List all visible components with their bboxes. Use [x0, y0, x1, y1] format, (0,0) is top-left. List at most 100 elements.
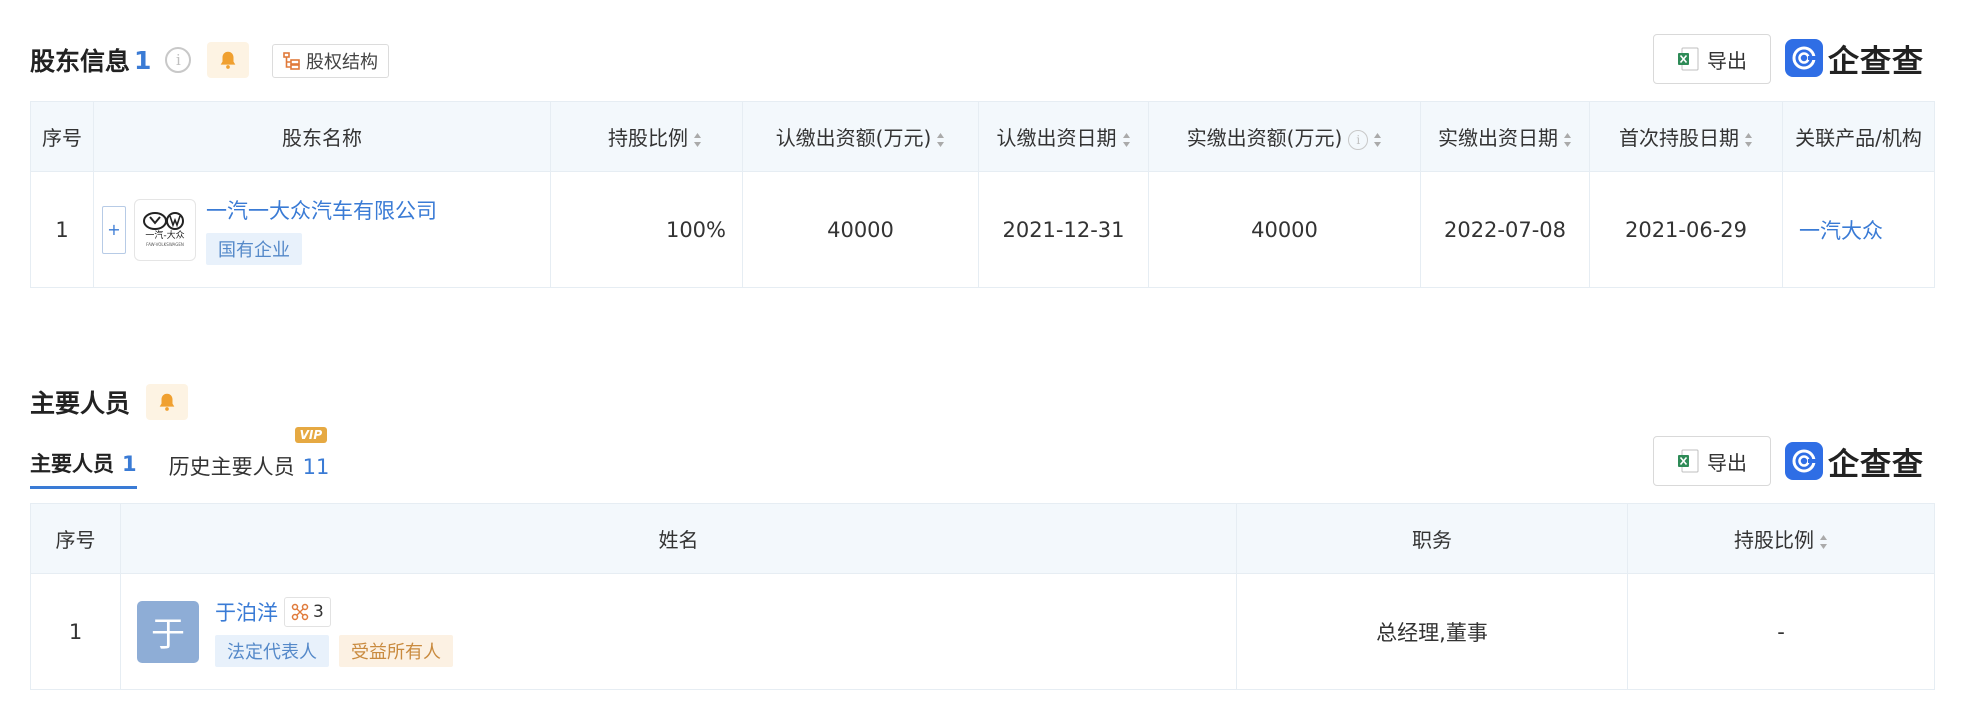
relation-count: 3	[313, 601, 324, 622]
sort-icon[interactable]	[1819, 534, 1828, 550]
shareholder-cell: + 一汽-大众 FAW-VOLKSWAGEN 一汽一大众汽车有限公司 国有企业	[93, 171, 551, 288]
col-position-label: 职务	[1412, 528, 1452, 552]
col-subscribed-date[interactable]: 认缴出资日期	[978, 101, 1149, 172]
table-header-row: 序号 姓名 职务 持股比例	[30, 503, 1935, 574]
avatar: 于	[137, 600, 199, 663]
subscribed-date-cell: 2021-12-31	[978, 171, 1149, 288]
col-name-label: 姓名	[658, 528, 699, 552]
shareholders-title: 股东信息 1 i	[30, 42, 250, 78]
personnel-title: 主要人员	[30, 384, 189, 420]
info-icon[interactable]: i	[1348, 129, 1369, 150]
tree-structure-icon	[283, 52, 300, 70]
tab-main-personnel-label: 主要人员	[30, 452, 114, 476]
col-index-label: 序号	[55, 528, 96, 552]
col-shareholder-name: 股东名称	[93, 101, 551, 172]
tab-history-personnel[interactable]: 历史主要人员 11 VIP	[168, 427, 330, 489]
vip-badge: VIP	[294, 427, 328, 443]
enterprise-type-tag: 国有企业	[206, 232, 302, 265]
brand-icon	[1785, 39, 1823, 77]
export-button[interactable]: 导出	[1653, 436, 1771, 486]
table-row: 1 + 一汽-大众 FAW-VOLKSWAGEN 一汽一大众汽车有限公司 国有企…	[30, 171, 1935, 288]
shareholders-title-text: 股东信息	[30, 47, 131, 76]
brand-text: 企查查	[1828, 43, 1924, 80]
bell-icon	[221, 51, 236, 69]
table-row: 1 于 于泊洋 3 法定代表人 受益所有人 总经理,董事 -	[30, 573, 1935, 690]
bell-button[interactable]	[146, 384, 189, 420]
sort-icon[interactable]	[1744, 132, 1753, 148]
personnel-tabs: 主要人员 1 历史主要人员 11 VIP	[30, 427, 361, 489]
col-paid-date-label: 实缴出资日期	[1438, 126, 1558, 150]
table-header-row: 序号 股东名称 持股比例 认缴出资额(万元) 认缴出资日期 实缴出资额(万元) i…	[30, 101, 1935, 172]
col-first-hold-date[interactable]: 首次持股日期	[1589, 101, 1783, 172]
bell-icon	[159, 393, 175, 411]
paid-amount-cell: 40000	[1148, 171, 1421, 288]
expand-button[interactable]: +	[102, 205, 126, 254]
shareholder-name-link[interactable]: 一汽一大众汽车有限公司	[206, 195, 437, 225]
col-subscribed-date-label: 认缴出资日期	[996, 126, 1117, 150]
sort-icon[interactable]	[1563, 132, 1572, 148]
col-ratio[interactable]: 持股比例	[1627, 503, 1935, 574]
company-logo-subtext: FAW-VOLKSWAGEN	[146, 242, 184, 247]
paid-date-cell: 2022-07-08	[1420, 171, 1590, 288]
excel-icon	[1678, 47, 1699, 71]
related-link[interactable]: 一汽大众	[1799, 219, 1883, 243]
position-cell: 总经理,董事	[1236, 573, 1628, 690]
equity-structure-label: 股权结构	[306, 52, 378, 73]
personnel-title-text: 主要人员	[30, 389, 131, 418]
personnel-table: 序号 姓名 职务 持股比例 1 于 于泊洋 3 法定代表人 受益所有人 总经理,…	[30, 503, 1935, 690]
col-first-hold-date-label: 首次持股日期	[1619, 126, 1739, 150]
col-index: 序号	[30, 503, 121, 574]
col-related-label: 关联产品/机构	[1795, 126, 1922, 150]
subscribed-amount-cell: 40000	[742, 171, 979, 288]
col-shareholder-name-label: 股东名称	[282, 126, 362, 150]
company-logo: 一汽-大众 FAW-VOLKSWAGEN	[134, 198, 196, 261]
shareholders-count: 1	[134, 45, 152, 75]
first-hold-date-cell: 2021-06-29	[1589, 171, 1783, 288]
person-name-link[interactable]: 于泊洋	[215, 597, 278, 627]
col-paid-amount-label: 实缴出资额(万元)	[1186, 126, 1343, 150]
tab-main-personnel-count: 1	[122, 452, 137, 476]
export-button[interactable]: 导出	[1653, 34, 1771, 84]
shareholders-table: 序号 股东名称 持股比例 认缴出资额(万元) 认缴出资日期 实缴出资额(万元) i…	[30, 101, 1935, 288]
ratio-cell: 100%	[550, 171, 743, 288]
col-paid-amount[interactable]: 实缴出资额(万元) i	[1148, 101, 1421, 172]
export-label: 导出	[1707, 450, 1747, 475]
brand-logo: 企查查	[1785, 441, 1924, 483]
col-ratio[interactable]: 持股比例	[550, 101, 743, 172]
tab-history-personnel-count: 11	[302, 455, 330, 479]
col-index: 序号	[30, 101, 94, 172]
legal-rep-tag: 法定代表人	[215, 634, 329, 667]
export-label: 导出	[1707, 48, 1747, 73]
brand-text: 企查查	[1828, 446, 1924, 483]
brand-icon	[1785, 442, 1823, 480]
col-index-label: 序号	[42, 126, 82, 150]
tab-history-personnel-label: 历史主要人员	[168, 455, 295, 479]
sort-icon[interactable]	[693, 132, 702, 148]
relation-graph-icon	[291, 603, 309, 620]
company-logo-text: 一汽-大众	[145, 231, 185, 241]
faw-vw-logo-icon	[143, 212, 184, 230]
col-subscribed-amount[interactable]: 认缴出资额(万元)	[742, 101, 979, 172]
row-index: 1	[30, 171, 94, 288]
col-subscribed-amount-label: 认缴出资额(万元)	[775, 126, 932, 150]
col-position: 职务	[1236, 503, 1628, 574]
equity-structure-button[interactable]: 股权结构	[272, 44, 389, 78]
excel-icon	[1678, 449, 1699, 473]
relation-badge[interactable]: 3	[284, 596, 331, 627]
ratio-cell: -	[1627, 573, 1935, 690]
col-name: 姓名	[120, 503, 1237, 574]
brand-logo: 企查查	[1785, 38, 1924, 80]
col-ratio-label: 持股比例	[608, 126, 688, 150]
col-paid-date[interactable]: 实缴出资日期	[1420, 101, 1590, 172]
person-cell: 于 于泊洋 3 法定代表人 受益所有人	[120, 573, 1237, 690]
col-related: 关联产品/机构	[1782, 101, 1935, 172]
bell-button[interactable]	[207, 42, 250, 78]
info-icon[interactable]: i	[165, 47, 192, 73]
tab-main-personnel[interactable]: 主要人员 1	[30, 448, 137, 489]
beneficial-owner-tag: 受益所有人	[339, 634, 453, 667]
expand-label: +	[107, 220, 121, 239]
sort-icon[interactable]	[1122, 132, 1131, 148]
row-index: 1	[30, 573, 121, 690]
sort-icon[interactable]	[936, 132, 945, 148]
sort-icon[interactable]	[1373, 132, 1382, 148]
